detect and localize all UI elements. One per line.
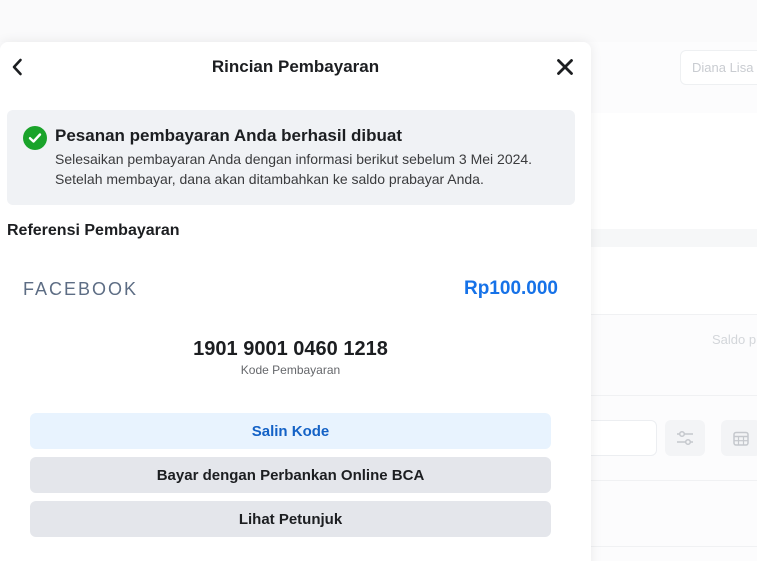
background-panel [590, 113, 757, 229]
pay-bca-online-button[interactable]: Bayar dengan Perbankan Online BCA [30, 457, 551, 493]
payment-code-label: Kode Pembayaran [240, 363, 341, 377]
divider [590, 480, 757, 481]
filter-button[interactable] [665, 420, 705, 456]
check-circle-icon [23, 126, 47, 150]
calendar-icon [733, 431, 749, 446]
success-notice: Pesanan pembayaran Anda berhasil dibuat … [7, 110, 575, 205]
sliders-icon [677, 430, 693, 446]
notice-title: Pesanan pembayaran Anda berhasil dibuat [55, 126, 403, 145]
merchant-brand: FACEBOOK [23, 279, 139, 299]
payment-amount: Rp100.000 [463, 278, 558, 299]
view-instructions-button[interactable]: Lihat Petunjuk [30, 501, 551, 537]
reference-heading: Referensi Pembayaran [7, 222, 180, 239]
close-icon [557, 59, 573, 75]
close-button[interactable] [553, 55, 577, 79]
user-menu[interactable]: Diana Lisa [680, 50, 757, 85]
dialog-title: Rincian Pembayaran [211, 57, 380, 76]
background-panel [590, 247, 757, 315]
divider [590, 395, 757, 396]
copy-code-button[interactable]: Salin Kode [30, 413, 551, 449]
divider [590, 546, 757, 547]
dialog-header: Rincian Pembayaran [0, 42, 591, 92]
notice-body: Selesaikan pembayaran Anda dengan inform… [55, 151, 533, 187]
calendar-button[interactable] [721, 420, 757, 456]
payment-details-dialog: Rincian Pembayaran Pesanan pembayaran An… [0, 42, 591, 561]
saldo-label: Saldo p [712, 332, 757, 347]
background-topbar [0, 0, 757, 42]
background-band [590, 229, 757, 247]
payment-code: 1901 9001 0460 1218 [193, 338, 388, 360]
